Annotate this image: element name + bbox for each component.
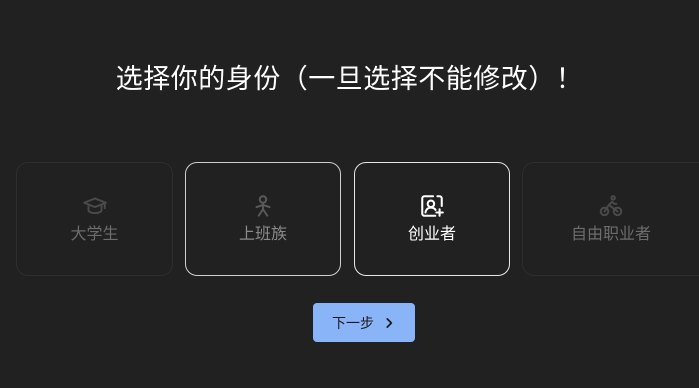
- identity-card-freelancer[interactable]: 自由职业者: [522, 162, 699, 276]
- graduation-cap-icon: [82, 197, 107, 215]
- next-step-label: 下一步: [332, 315, 374, 332]
- next-step-button[interactable]: 下一步: [313, 303, 415, 342]
- identity-card-student[interactable]: 大学生: [16, 162, 173, 276]
- identity-card-entrepreneur[interactable]: 创业者: [354, 162, 510, 276]
- identity-card-label: 大学生: [70, 224, 119, 243]
- identity-card-label: 创业者: [407, 224, 456, 243]
- bicycle-icon: [599, 195, 623, 217]
- person-office-icon: [255, 195, 271, 217]
- chevron-right-icon: [386, 317, 393, 328]
- identity-card-label: 上班族: [238, 224, 287, 243]
- startup-portrait-icon: [421, 195, 444, 217]
- identity-card-label: 自由职业者: [570, 224, 651, 243]
- identity-card-office-worker[interactable]: 上班族: [185, 162, 341, 276]
- page-title: 选择你的身份（一旦选择不能修改）！: [115, 64, 584, 95]
